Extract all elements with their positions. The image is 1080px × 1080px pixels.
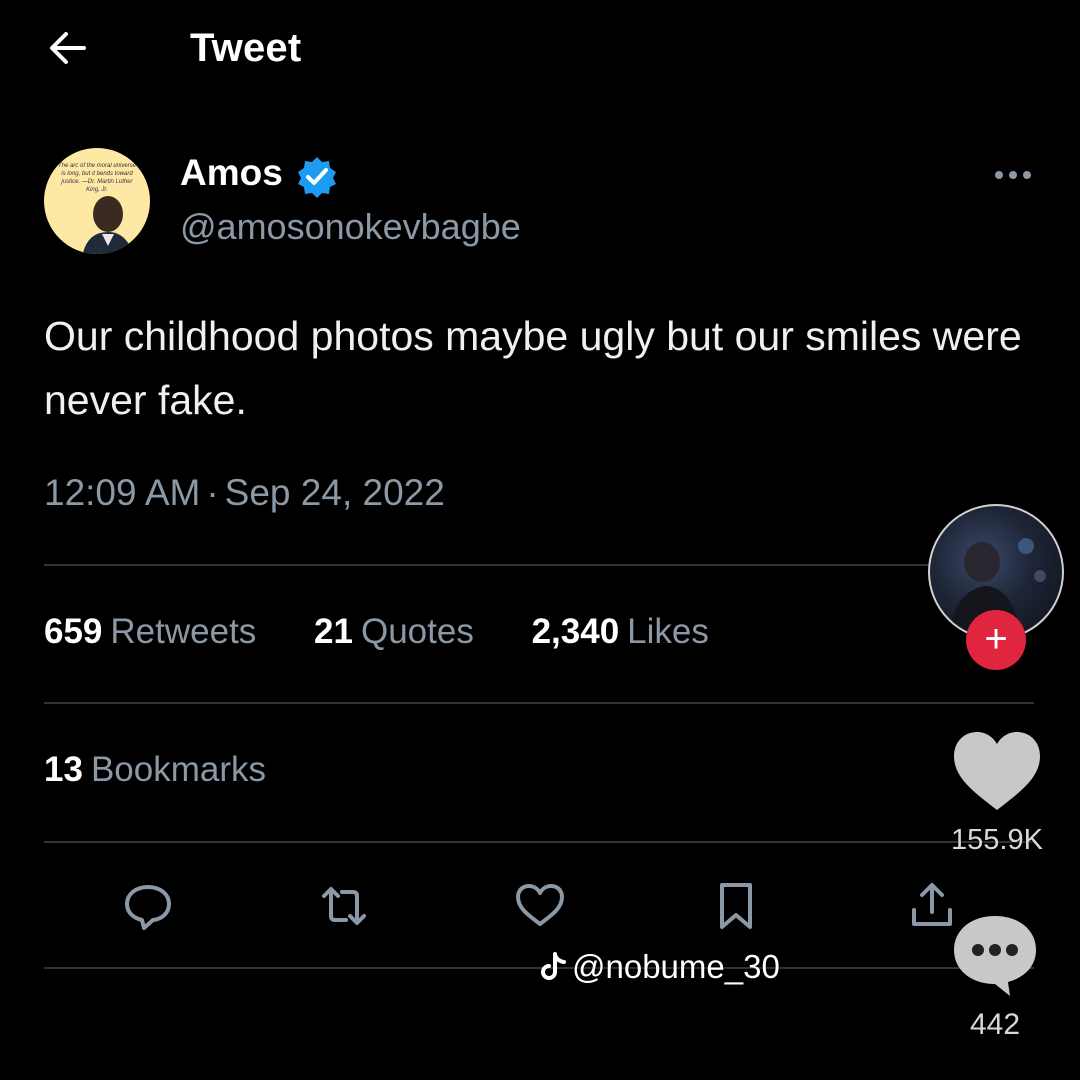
- bookmarks-count: 13: [44, 750, 83, 789]
- tweet-timestamp[interactable]: 12:09 AM · Sep 24, 2022: [44, 472, 445, 514]
- author-handle[interactable]: @amosonokevbagbe: [180, 206, 521, 248]
- watermark-username: @nobume_30: [572, 948, 780, 985]
- reply-icon[interactable]: [120, 878, 176, 934]
- more-options-icon[interactable]: [992, 160, 1034, 190]
- like-icon[interactable]: [512, 878, 568, 934]
- tweet-date: Sep 24, 2022: [224, 472, 445, 513]
- likes-stat[interactable]: 2,340 Likes: [532, 612, 709, 652]
- bookmarks-stat[interactable]: 13 Bookmarks: [44, 750, 266, 790]
- author-name[interactable]: Amos: [180, 152, 283, 194]
- tiktok-logo-icon: [541, 952, 566, 980]
- timestamp-separator: ·: [206, 472, 219, 513]
- comment-count: 442: [969, 1008, 1021, 1041]
- quotes-stat[interactable]: 21 Quotes: [314, 612, 474, 652]
- page-title: Tweet: [190, 26, 302, 70]
- verified-badge-icon: [294, 154, 340, 200]
- retweets-count: 659: [44, 612, 103, 651]
- divider: [44, 841, 1034, 843]
- retweets-label: Retweets: [110, 612, 257, 651]
- author-avatar[interactable]: The arc of the moral universe is long, b…: [44, 148, 150, 254]
- likes-label: Likes: [627, 612, 709, 651]
- back-arrow-icon[interactable]: [44, 24, 92, 72]
- tweet-time: 12:09 AM: [44, 472, 201, 513]
- quotes-count: 21: [314, 612, 353, 651]
- like-count: 155.9K: [951, 824, 1043, 856]
- engagement-stats: 659 Retweets 21 Quotes 2,340 Likes: [44, 612, 757, 652]
- quotes-label: Quotes: [360, 612, 474, 651]
- divider: [44, 564, 1034, 566]
- retweets-stat[interactable]: 659 Retweets: [44, 612, 256, 652]
- bookmarks-label: Bookmarks: [90, 750, 266, 789]
- heart-icon[interactable]: [950, 728, 1044, 814]
- tiktok-watermark: @nobume_30: [540, 948, 780, 986]
- divider: [44, 967, 1034, 969]
- likes-count: 2,340: [531, 612, 620, 651]
- comment-icon[interactable]: [950, 912, 1040, 998]
- retweet-icon[interactable]: [316, 878, 372, 934]
- follow-button[interactable]: +: [966, 610, 1026, 670]
- tweet-text: Our childhood photos maybe ugly but our …: [44, 313, 1022, 423]
- portrait-image: [82, 196, 133, 254]
- divider: [44, 702, 1034, 704]
- bookmark-icon[interactable]: [708, 878, 764, 934]
